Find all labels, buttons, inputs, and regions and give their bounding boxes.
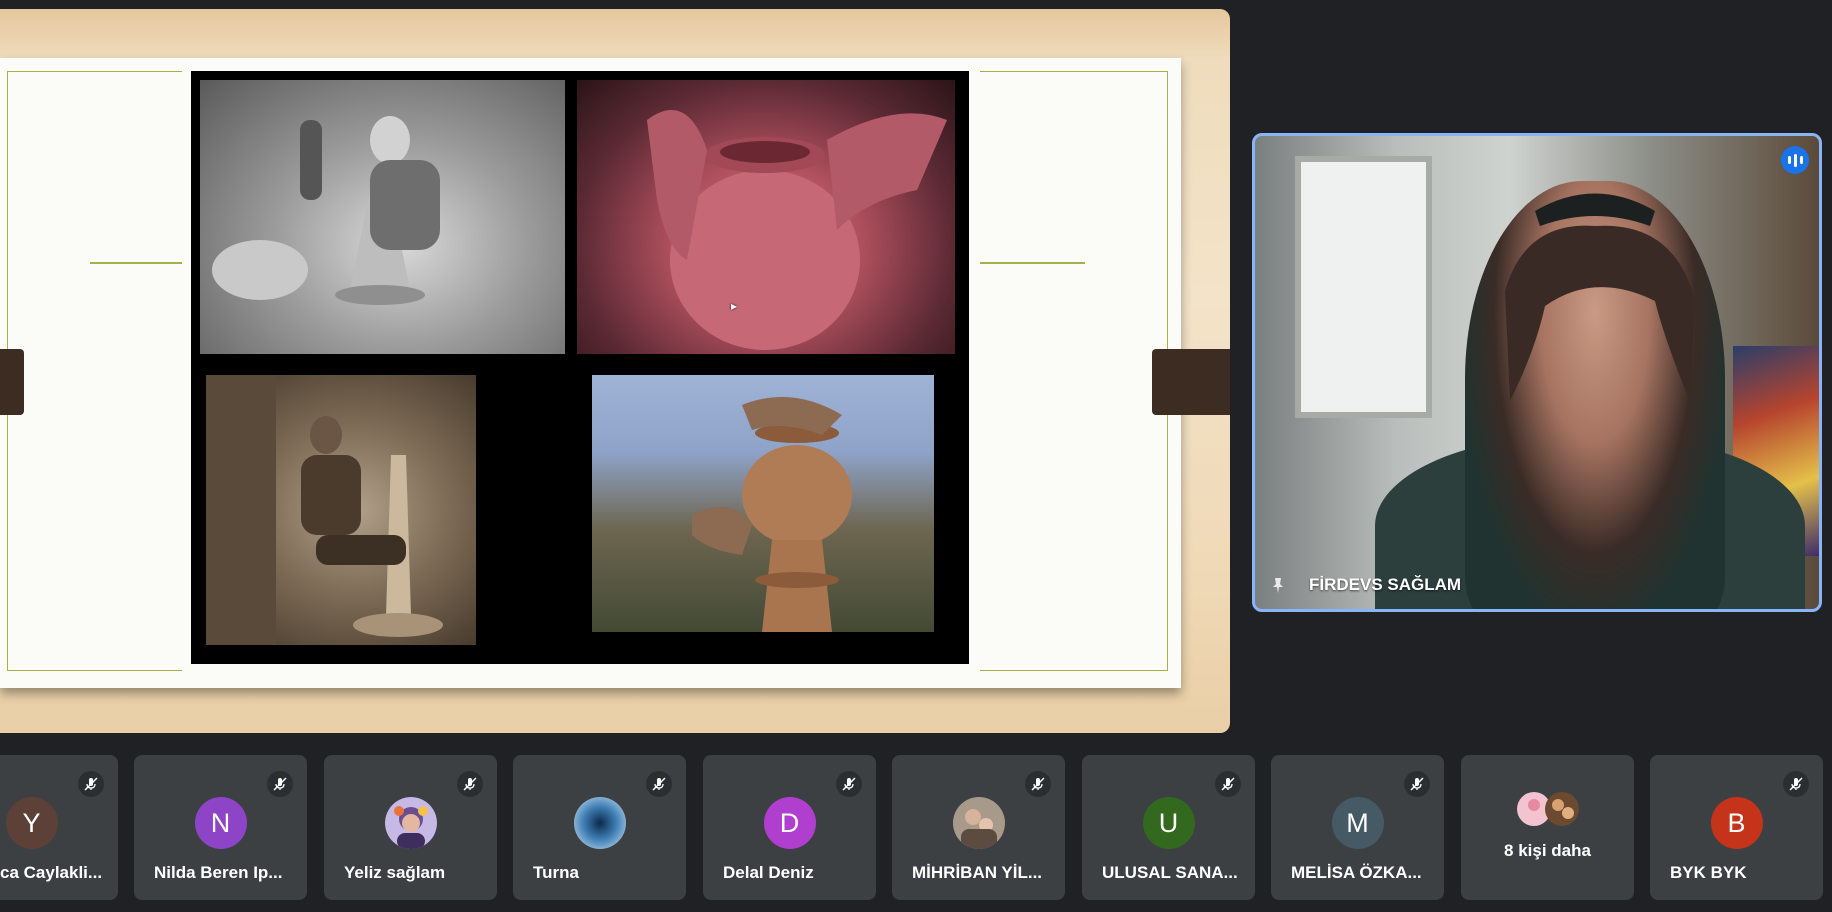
- deco-line: [7, 71, 182, 72]
- pink-clay-hands-photo: [577, 80, 955, 354]
- participant-name: BYK BYK: [1670, 863, 1747, 882]
- avatar: M: [1331, 797, 1384, 849]
- pin-icon[interactable]: [1269, 576, 1287, 594]
- audio-level-icon: [1781, 146, 1809, 174]
- participant-name: MELİSA ÖZKA...: [1291, 863, 1422, 882]
- avatar: D: [763, 797, 816, 849]
- potter-old-man-photo: [200, 80, 565, 354]
- participant-tile[interactable]: N Nilda Beren Ip...: [134, 755, 307, 900]
- participant-tile[interactable]: Turna: [513, 755, 686, 900]
- photo-collage: [191, 71, 969, 664]
- mic-off-icon: [836, 771, 862, 797]
- deco-line: [980, 670, 1168, 671]
- mouse-cursor-icon: ▸: [731, 299, 738, 313]
- participant-tile[interactable]: B BYK BYK: [1650, 755, 1823, 900]
- mic-off-icon: [1404, 771, 1430, 797]
- deco-line: [980, 262, 1085, 264]
- avatar: Y: [5, 797, 58, 849]
- avatar-photo: [573, 797, 626, 849]
- participant-name: Yeliz sağlam: [344, 863, 446, 882]
- participant-strip: Y ca Caylakli... N Nilda Beren Ip... Yel…: [0, 755, 1832, 900]
- mic-off-icon: [1025, 771, 1051, 797]
- deco-line: [7, 670, 182, 671]
- avatar: U: [1142, 797, 1195, 849]
- slide-tab-right: [1152, 349, 1230, 415]
- participant-tile[interactable]: Yeliz sağlam: [324, 755, 497, 900]
- participant-tile[interactable]: U ULUSAL SANA...: [1082, 755, 1255, 900]
- shared-presentation[interactable]: ▸: [0, 9, 1230, 733]
- participant-tile[interactable]: MİHRİBAN YİL...: [892, 755, 1065, 900]
- participant-name: ULUSAL SANA...: [1102, 863, 1238, 882]
- speaker-name-bar: FİRDEVS SAĞLAM: [1255, 561, 1819, 609]
- mic-off-icon: [1783, 771, 1809, 797]
- deco-line: [90, 262, 182, 264]
- participant-name: Delal Deniz: [723, 863, 814, 882]
- speaker-video-tile[interactable]: FİRDEVS SAĞLAM: [1252, 133, 1822, 612]
- background-window: [1295, 156, 1432, 418]
- participant-tile[interactable]: M MELİSA ÖZKA...: [1271, 755, 1444, 900]
- more-participants-label: 8 kişi daha: [1504, 841, 1591, 860]
- mic-off-icon: [1215, 771, 1241, 797]
- more-participants-tile[interactable]: 8 kişi daha: [1461, 755, 1634, 900]
- avatar-photo: [384, 797, 437, 849]
- mic-off-icon: [78, 771, 104, 797]
- avatar: B: [1710, 797, 1763, 849]
- brown-clay-pot-photo: [592, 375, 934, 632]
- participant-tile[interactable]: D Delal Deniz: [703, 755, 876, 900]
- slide-tab-left: [0, 349, 24, 415]
- deco-line: [980, 71, 1168, 72]
- avatar-photo: [952, 797, 1005, 849]
- participant-name: Nilda Beren Ip...: [154, 863, 283, 882]
- participant-tile[interactable]: Y ca Caylakli...: [0, 755, 118, 900]
- mic-off-icon: [646, 771, 672, 797]
- speaker-video: [1465, 181, 1725, 609]
- avatar: N: [194, 797, 247, 849]
- group-avatars: [1516, 791, 1586, 827]
- mic-off-icon: [267, 771, 293, 797]
- participant-name: ca Caylakli...: [0, 863, 103, 882]
- participant-name: Turna: [533, 863, 579, 882]
- mic-off-icon: [457, 771, 483, 797]
- speaker-name: FİRDEVS SAĞLAM: [1309, 575, 1462, 594]
- potter-man-photo: [206, 375, 476, 645]
- participant-name: MİHRİBAN YİL...: [912, 863, 1043, 882]
